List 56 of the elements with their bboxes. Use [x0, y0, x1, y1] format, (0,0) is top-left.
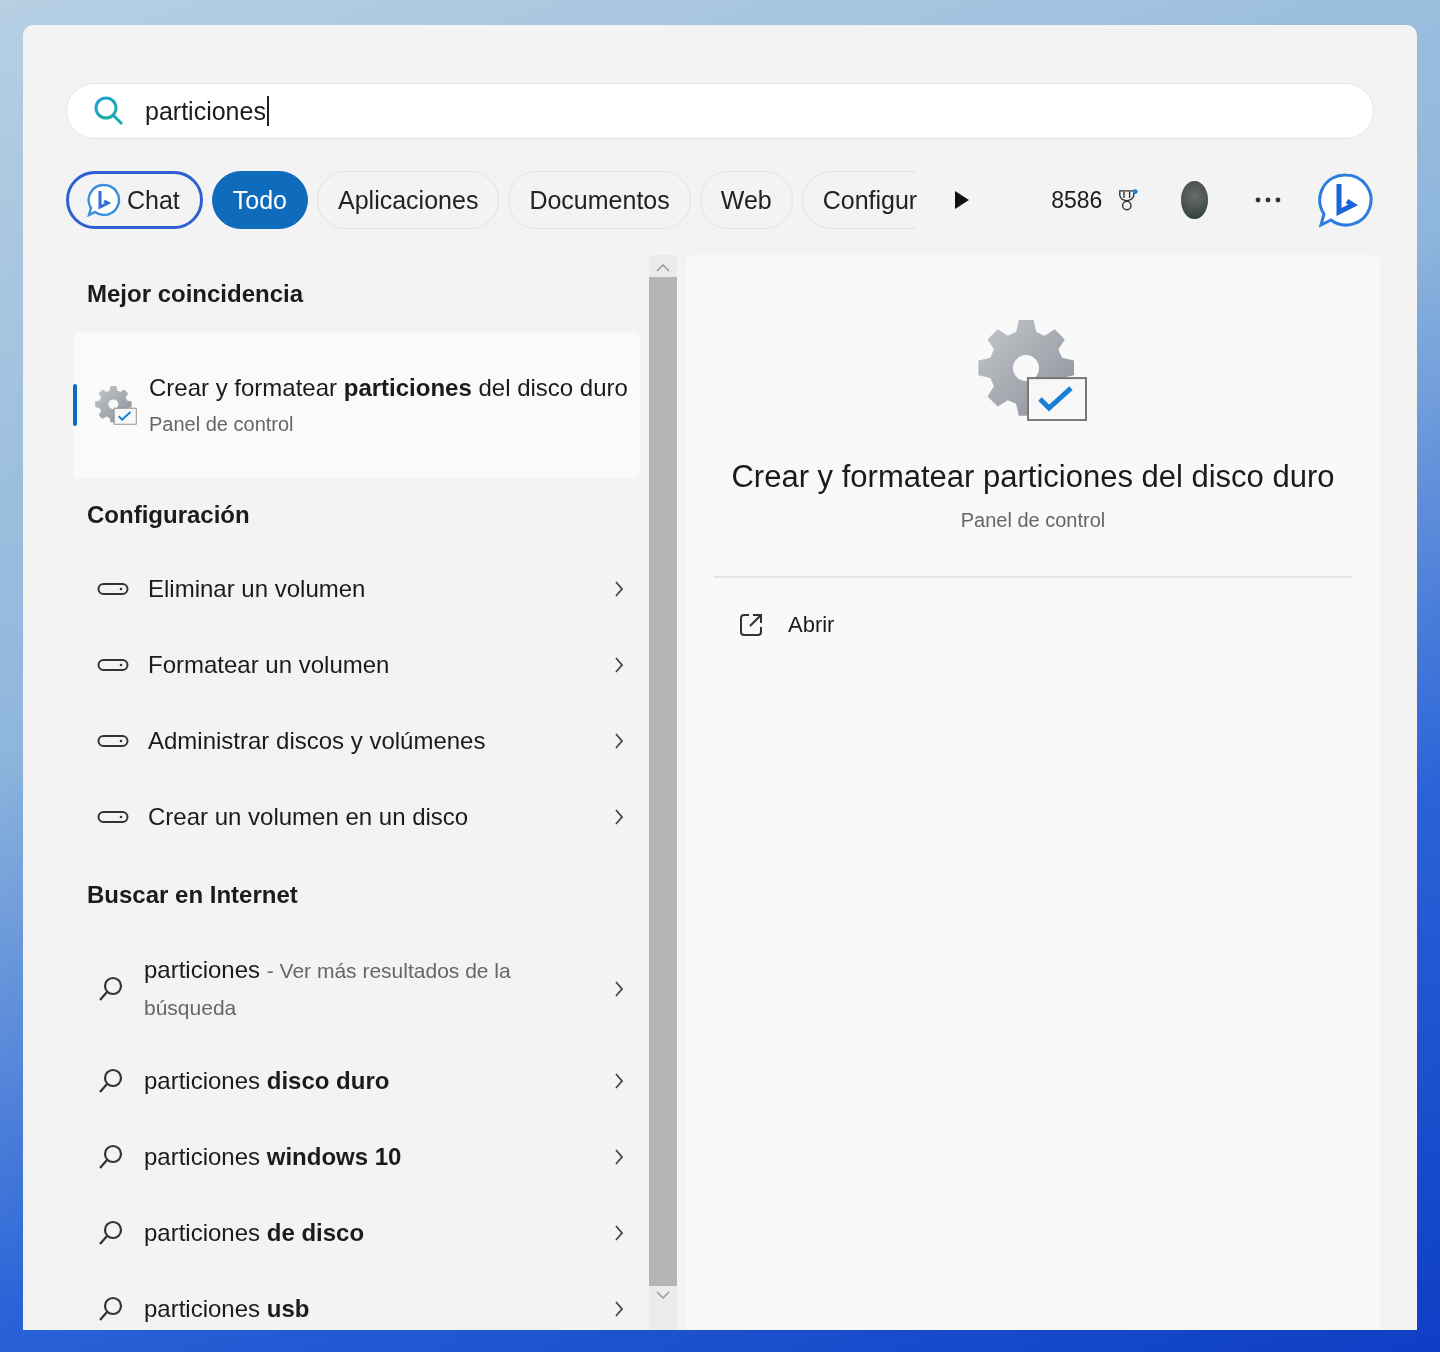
more-icon: [1255, 197, 1281, 203]
section-heading: Configuración: [86, 500, 251, 530]
chevron-right-icon: [614, 980, 624, 998]
chevron-right-icon: [614, 656, 624, 674]
filter-tab[interactable]: Documentos: [508, 171, 691, 229]
search-icon: [97, 1143, 125, 1171]
chat-button[interactable]: [1318, 172, 1374, 228]
drive-icon: [97, 810, 129, 824]
search-icon: [97, 1295, 125, 1323]
rewards-points: 8586: [1051, 186, 1103, 214]
chevron-right-icon: [614, 1072, 624, 1090]
section-heading: Mejor coincidencia: [86, 278, 305, 309]
result-subtitle: Panel de control: [149, 411, 295, 437]
chat-logo-icon: [87, 183, 121, 217]
scroll-down-icon: [655, 1290, 671, 1300]
filter-tab[interactable]: Aplicaciones: [317, 171, 500, 229]
drive-icon: [97, 658, 129, 672]
drive-icon: [97, 734, 129, 748]
web-search-result[interactable]: particiones de disco: [73, 1195, 640, 1271]
chevron-right-icon: [614, 1148, 624, 1166]
search-icon: [93, 95, 125, 127]
section-heading: Buscar en Internet: [86, 880, 299, 910]
chat-logo-icon: [1318, 172, 1374, 228]
gear-check-icon: [978, 320, 1088, 422]
external-link-icon: [738, 612, 764, 639]
detail-subtitle: Panel de control: [960, 509, 1106, 533]
search-field[interactable]: particiones: [66, 83, 1374, 139]
search-icon: [97, 1219, 125, 1247]
open-action[interactable]: Abrir: [734, 608, 839, 643]
chat-tab[interactable]: Chat: [66, 171, 203, 229]
settings-result[interactable]: Eliminar un volumen: [73, 551, 640, 627]
scroll-up-icon: [655, 263, 671, 273]
result-title: Crear y formatear particiones del disco duro: [149, 372, 628, 403]
settings-result[interactable]: Crear un volumen en un disco: [73, 779, 640, 855]
detail-title: Crear y formatear particiones del disco duro: [731, 459, 1335, 496]
filter-tab[interactable]: Configur: [801, 171, 918, 229]
filter-tab[interactable]: Web: [699, 171, 793, 229]
web-search-result[interactable]: particiones - Ver más resultados de la búsqueda: [73, 935, 640, 1043]
gear-check-icon: [95, 386, 137, 425]
chevron-right-icon: [614, 732, 624, 750]
chevron-right-icon: [614, 808, 624, 826]
filter-tab[interactable]: Todo: [211, 171, 309, 229]
chevron-right-icon: [614, 1224, 624, 1242]
search-icon: [97, 975, 125, 1003]
web-search-result[interactable]: particiones usb: [73, 1271, 640, 1330]
drive-icon: [97, 582, 129, 596]
web-search-result[interactable]: particiones windows 10: [73, 1119, 640, 1195]
web-search-result[interactable]: particiones disco duro: [73, 1043, 640, 1119]
chevron-right-icon: [614, 580, 624, 598]
settings-result[interactable]: Administrar discos y volúmenes: [73, 703, 640, 779]
best-match-item[interactable]: Crear y formatear particiones del disco duro Panel de control: [73, 332, 640, 479]
settings-result[interactable]: Formatear un volumen: [73, 627, 640, 703]
avatar[interactable]: [1181, 181, 1208, 219]
play-icon: [954, 190, 971, 210]
search-icon: [97, 1067, 125, 1095]
chevron-right-icon: [614, 1300, 624, 1318]
